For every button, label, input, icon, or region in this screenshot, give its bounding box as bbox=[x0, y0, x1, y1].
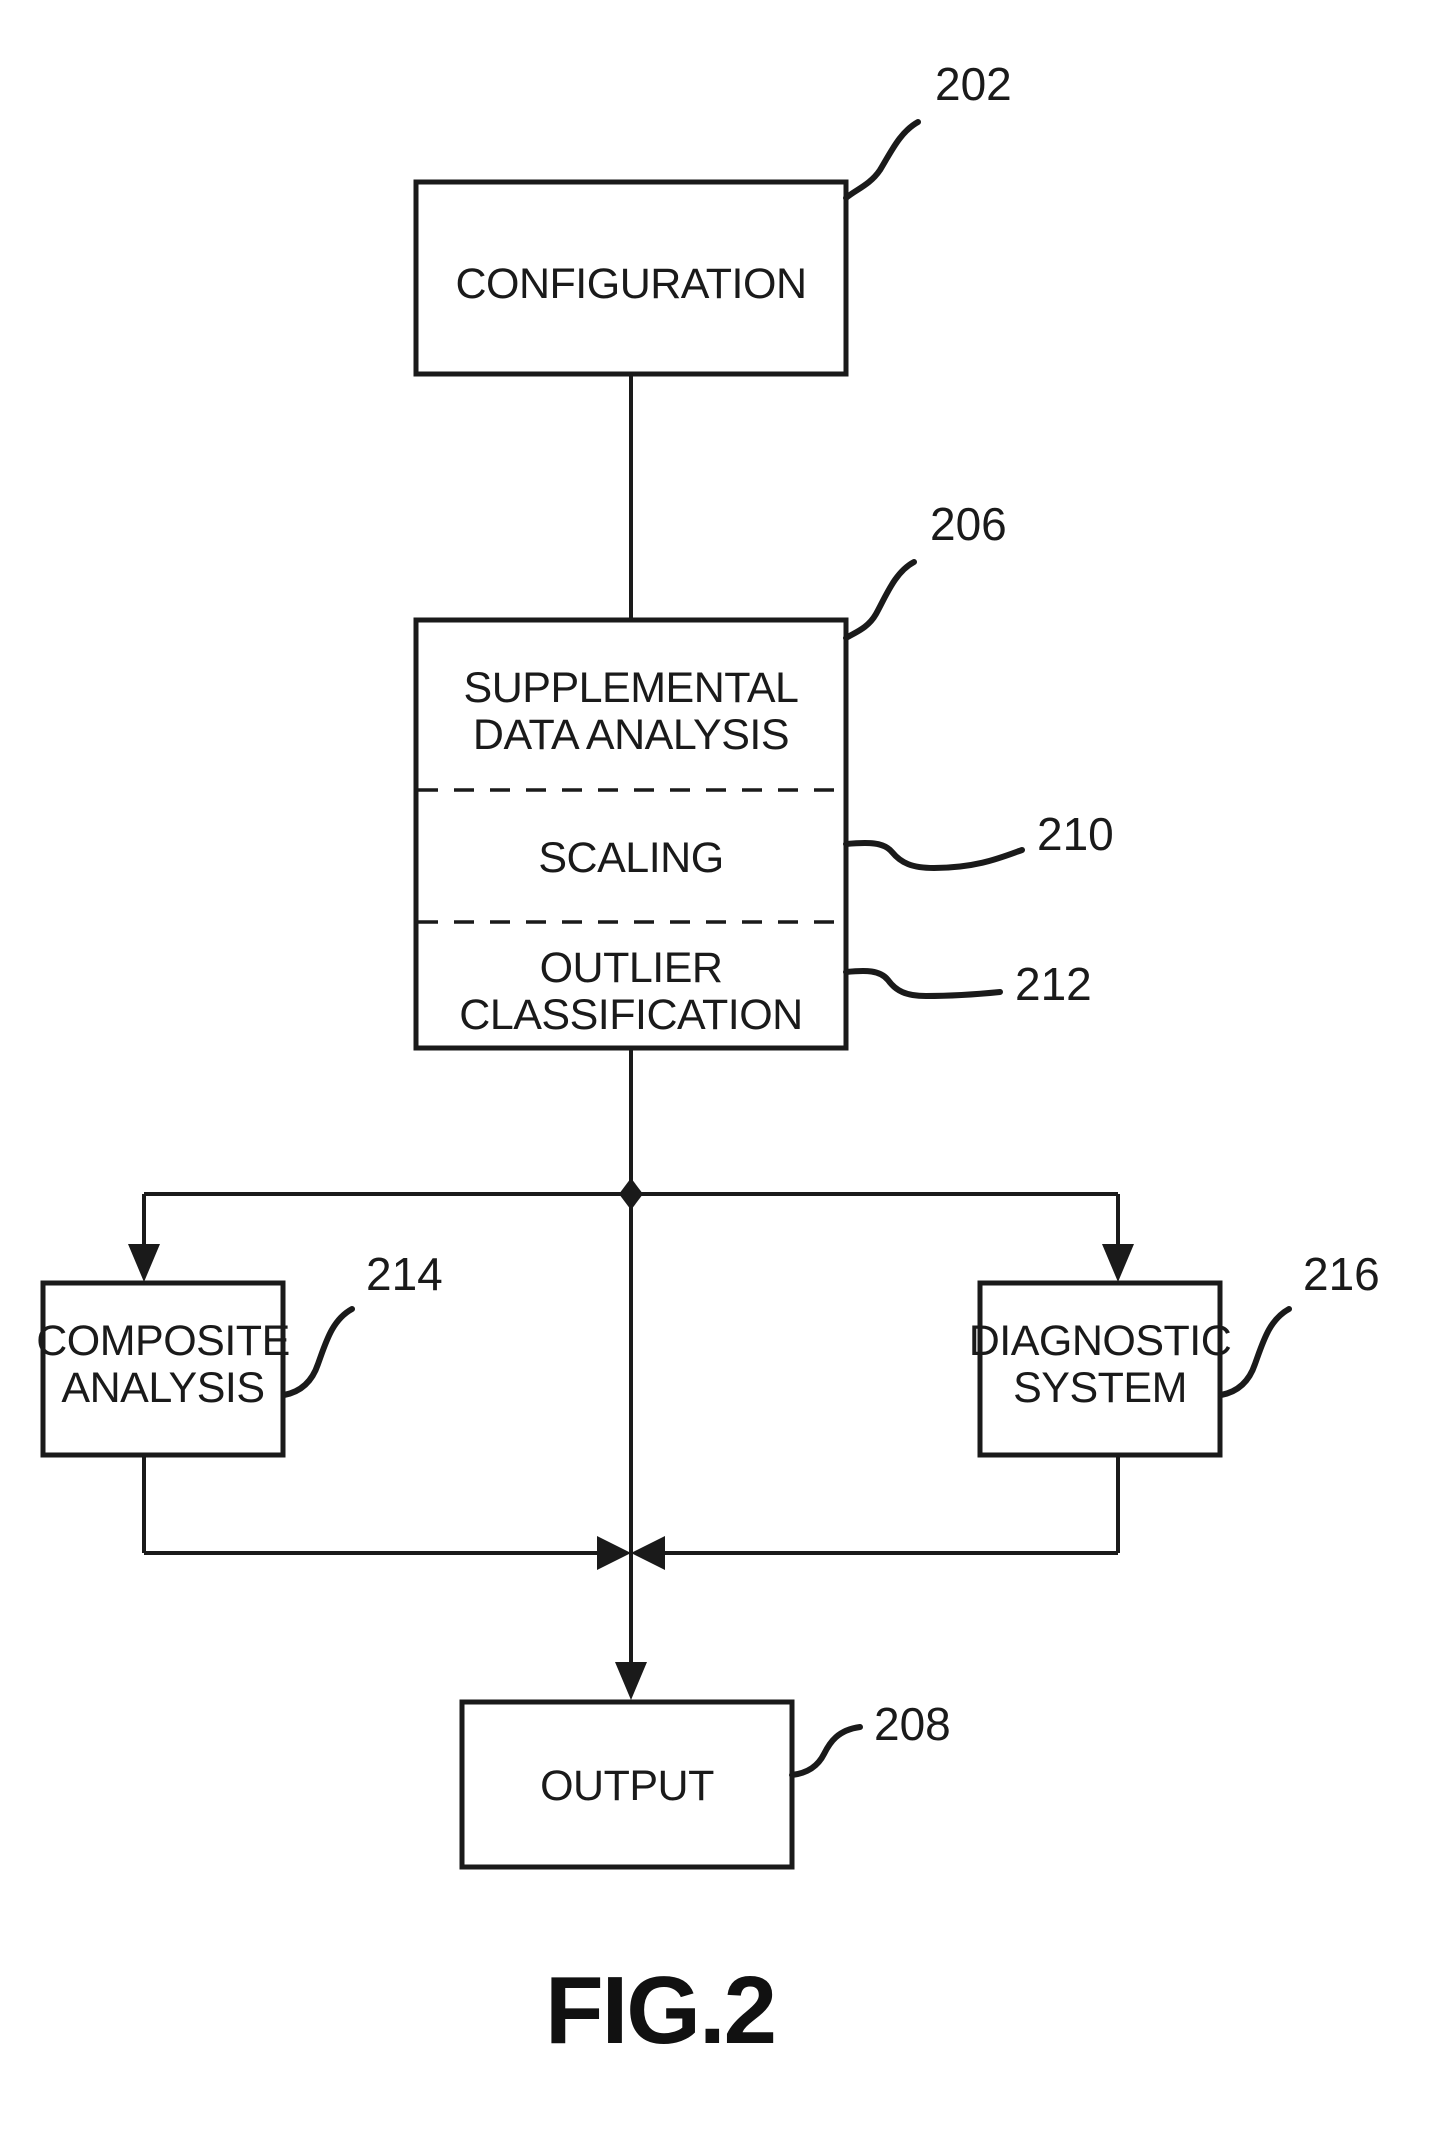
ref-number-210: 210 bbox=[1037, 808, 1114, 860]
ref-leader-216: 216 bbox=[1218, 1248, 1380, 1398]
composite-analysis-node[interactable]: COMPOSITE ANALYSIS bbox=[36, 1280, 290, 1458]
leader-line-212 bbox=[843, 968, 1003, 1000]
ref-number-216: 216 bbox=[1303, 1248, 1380, 1300]
leader-line-210 bbox=[843, 840, 1025, 872]
ref-number-202: 202 bbox=[935, 58, 1012, 110]
configuration-label: CONFIGURATION bbox=[455, 260, 806, 308]
ref-leader-212: 212 bbox=[843, 958, 1092, 1010]
outlier-label-line1: OUTLIER bbox=[540, 944, 723, 992]
leader-line-208 bbox=[789, 1724, 863, 1778]
supplemental-node[interactable]: SUPPLEMENTAL DATA ANALYSIS SCALING OUTLI… bbox=[413, 617, 849, 1051]
ref-number-206: 206 bbox=[930, 498, 1007, 550]
ref-leader-206: 206 bbox=[843, 498, 1007, 641]
scaling-label: SCALING bbox=[538, 834, 723, 882]
arrow-head-merge-left bbox=[597, 1536, 631, 1570]
supplemental-label-line2: DATA ANALYSIS bbox=[473, 711, 789, 759]
ref-leader-210: 210 bbox=[843, 808, 1114, 872]
ref-leader-208: 208 bbox=[789, 1698, 951, 1778]
figure-caption: FIG.2 bbox=[545, 1957, 775, 2064]
leader-line-202 bbox=[843, 119, 921, 201]
outlier-label-line2: CLASSIFICATION bbox=[459, 991, 802, 1039]
ref-number-214: 214 bbox=[366, 1248, 443, 1300]
configuration-node[interactable]: CONFIGURATION bbox=[413, 179, 849, 377]
patent-figure-page: CONFIGURATION 202 SUPPLEMENTAL DATA ANAL… bbox=[0, 0, 1435, 2132]
output-label: OUTPUT bbox=[540, 1762, 714, 1810]
ref-leader-202: 202 bbox=[843, 58, 1012, 201]
composite-label-line1: COMPOSITE bbox=[36, 1317, 290, 1365]
ref-number-212: 212 bbox=[1015, 958, 1092, 1010]
ref-leader-214: 214 bbox=[281, 1248, 443, 1398]
composite-label-line2: ANALYSIS bbox=[61, 1364, 264, 1412]
diagnostic-label-line1: DIAGNOSTIC bbox=[969, 1317, 1232, 1365]
leader-line-214 bbox=[281, 1306, 355, 1398]
leader-line-206 bbox=[843, 559, 917, 641]
flow-merge-to-output bbox=[142, 1455, 1120, 1700]
output-node[interactable]: OUTPUT bbox=[459, 1699, 795, 1870]
arrow-head-merge-right bbox=[631, 1536, 665, 1570]
arrow-head-to-diagnostic bbox=[1102, 1244, 1134, 1282]
diagnostic-label-line2: SYSTEM bbox=[1013, 1364, 1187, 1412]
flow-diagram: CONFIGURATION 202 SUPPLEMENTAL DATA ANAL… bbox=[36, 58, 1380, 2064]
arrow-head-to-composite bbox=[128, 1244, 160, 1282]
supplemental-label-line1: SUPPLEMENTAL bbox=[464, 664, 799, 712]
diagnostic-system-node[interactable]: DIAGNOSTIC SYSTEM bbox=[969, 1280, 1232, 1458]
arrow-head-to-output bbox=[615, 1662, 647, 1700]
ref-number-208: 208 bbox=[874, 1698, 951, 1750]
